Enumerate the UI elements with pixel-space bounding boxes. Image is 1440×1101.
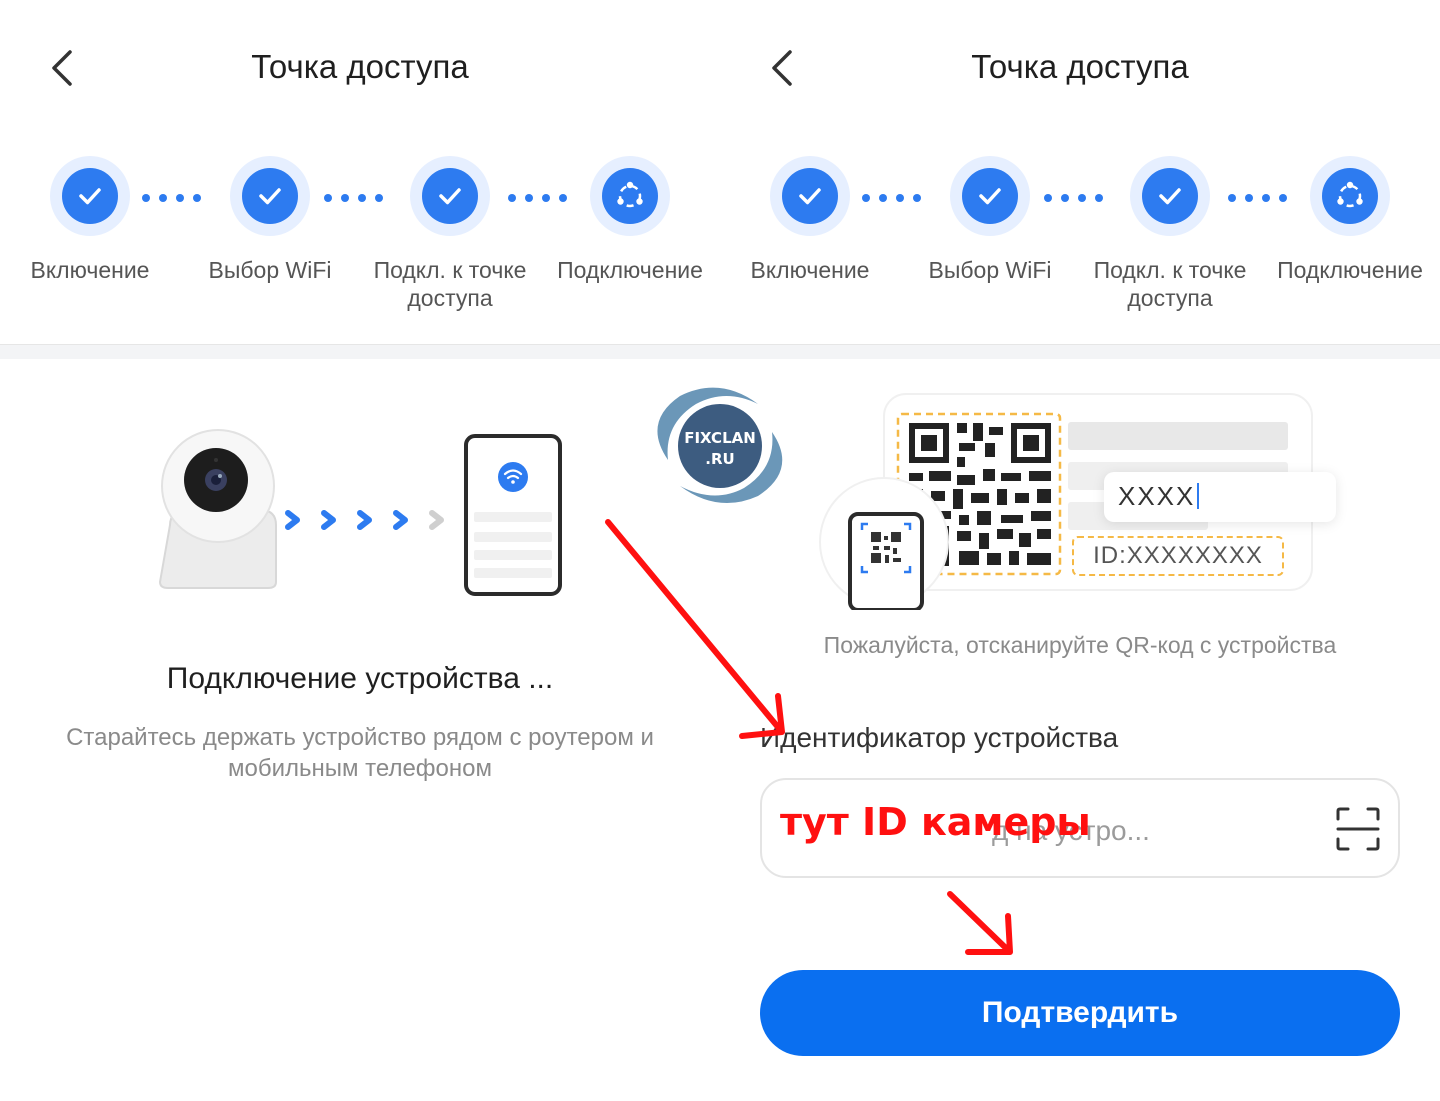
step-label: Включение	[750, 257, 870, 283]
connecting-title: Подключение устройства ...	[166, 662, 554, 695]
connecting-hint: Старайтесь держать устройство рядом с ро…	[66, 724, 654, 782]
step-label: Подключение	[557, 257, 703, 283]
check-icon	[79, 188, 101, 205]
check-icon	[979, 188, 1001, 205]
progress-arrows	[285, 510, 444, 530]
check-icon	[259, 188, 281, 205]
step-label: Выбор WiFi	[928, 257, 1052, 283]
header: Точка доступа	[0, 0, 720, 140]
step-label: Выбор WiFi	[208, 257, 332, 283]
page-title: Точка доступа	[251, 48, 469, 85]
camera-image	[158, 429, 277, 589]
header: Точка доступа	[720, 0, 1440, 140]
step-wifi: Выбор WiFi	[900, 156, 1080, 284]
progress-stepper: Включение Выбор WiFi Подкл. к точке дост…	[0, 156, 720, 336]
camera-to-phone-illustration	[150, 420, 580, 610]
page-title: Точка доступа	[971, 48, 1189, 85]
sample-code-box: XXXX	[1104, 472, 1336, 522]
check-icon	[439, 188, 461, 205]
phone-image	[464, 434, 562, 596]
step-label: Включение	[30, 257, 150, 283]
divider-band	[0, 345, 1440, 359]
check-icon	[1159, 188, 1181, 205]
step-hotspot: Подкл. к точке доступа	[360, 156, 540, 312]
step-label: Подключение	[1277, 257, 1423, 283]
scan-hint: Пожалуйста, отсканируйте QR-код с устрой…	[823, 632, 1337, 658]
connect-nodes-icon	[1337, 181, 1363, 208]
progress-stepper: Включение Выбор WiFi Подкл. к точке дост…	[720, 156, 1440, 336]
watermark-line2: .RU	[705, 450, 735, 468]
fixclan-watermark: FIXCLAN .RU	[640, 382, 800, 510]
check-icon	[799, 188, 821, 205]
step-label: Подкл. к точке доступа	[373, 257, 527, 311]
annotation-text: тут ID камеры	[780, 800, 1091, 844]
step-wifi: Выбор WiFi	[180, 156, 360, 284]
confirm-button[interactable]: Подтвердить	[760, 970, 1400, 1056]
step-label: Подкл. к точке доступа	[1093, 257, 1247, 311]
step-connecting: Подключение	[540, 156, 720, 284]
step-connecting: Подключение	[1260, 156, 1440, 284]
scan-frame-icon[interactable]	[1334, 805, 1382, 853]
watermark-line1: FIXCLAN	[684, 429, 756, 447]
device-id-label: Идентификатор устройства	[760, 722, 1119, 753]
step-hotspot: Подкл. к точке доступа	[1080, 156, 1260, 312]
step-power-on: Включение	[720, 156, 900, 284]
connect-nodes-icon	[617, 181, 643, 208]
right-screen: Точка доступа Включение Выбор WiFi Подкл…	[720, 0, 1440, 1101]
sample-id-box: ID:XXXXXXXX	[1072, 536, 1284, 576]
left-screen: Точка доступа Включение Выбор WiFi Подкл…	[0, 0, 720, 1101]
step-power-on: Включение	[0, 156, 180, 284]
